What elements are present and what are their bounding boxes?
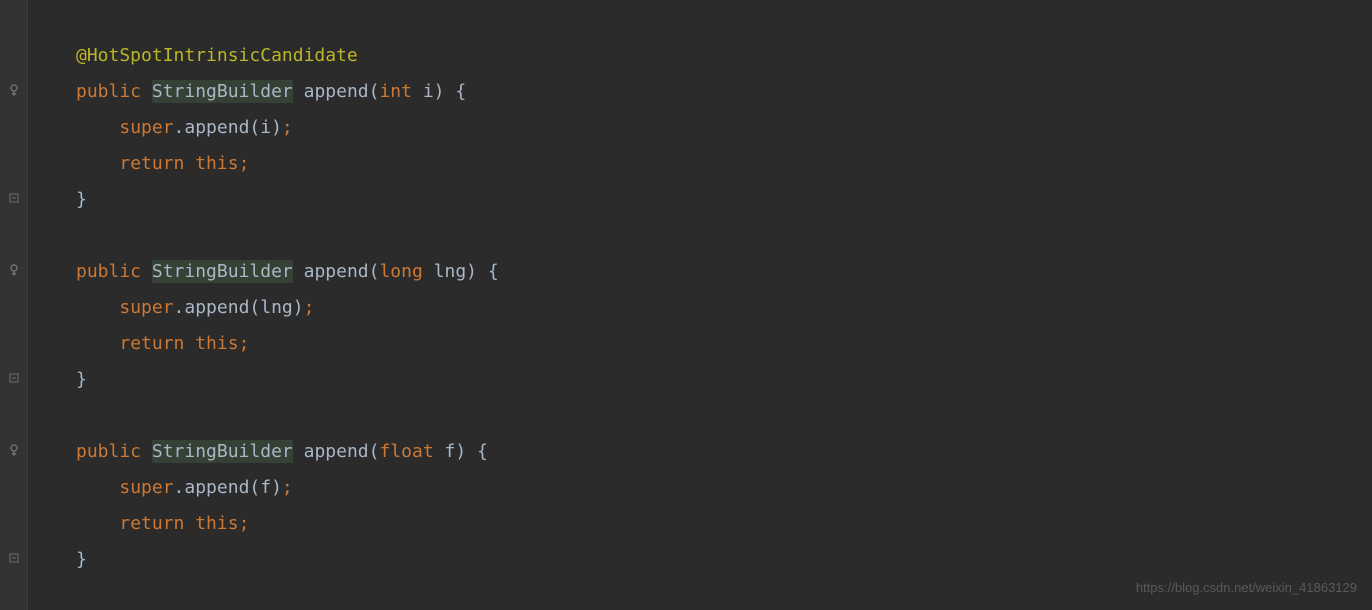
annotation-text: @HotSpotIntrinsicCandidate [76, 45, 358, 66]
override-icon[interactable] [6, 82, 21, 97]
code-line: public StringBuilder append(long lng) { [76, 254, 1372, 290]
code-line: } [76, 362, 1372, 398]
code-line [76, 218, 1372, 254]
code-line: @HotSpotIntrinsicCandidate [76, 38, 1372, 74]
fold-icon[interactable] [6, 190, 21, 205]
code-line: super.append(i); [76, 110, 1372, 146]
watermark-text: https://blog.csdn.net/weixin_41863129 [1136, 580, 1357, 595]
fold-icon[interactable] [6, 550, 21, 565]
code-line: super.append(lng); [76, 290, 1372, 326]
code-line: return this; [76, 326, 1372, 362]
override-icon[interactable] [6, 262, 21, 277]
editor-gutter [0, 0, 28, 610]
code-line: super.append(f); [76, 470, 1372, 506]
code-line: public StringBuilder append(float f) { [76, 434, 1372, 470]
code-line: } [76, 182, 1372, 218]
code-line: } [76, 542, 1372, 578]
fold-icon[interactable] [6, 370, 21, 385]
code-line: return this; [76, 506, 1372, 542]
code-line: public StringBuilder append(int i) { [76, 74, 1372, 110]
override-icon[interactable] [6, 442, 21, 457]
code-line [76, 398, 1372, 434]
code-editor[interactable]: @HotSpotIntrinsicCandidate public String… [28, 0, 1372, 610]
code-line: return this; [76, 146, 1372, 182]
